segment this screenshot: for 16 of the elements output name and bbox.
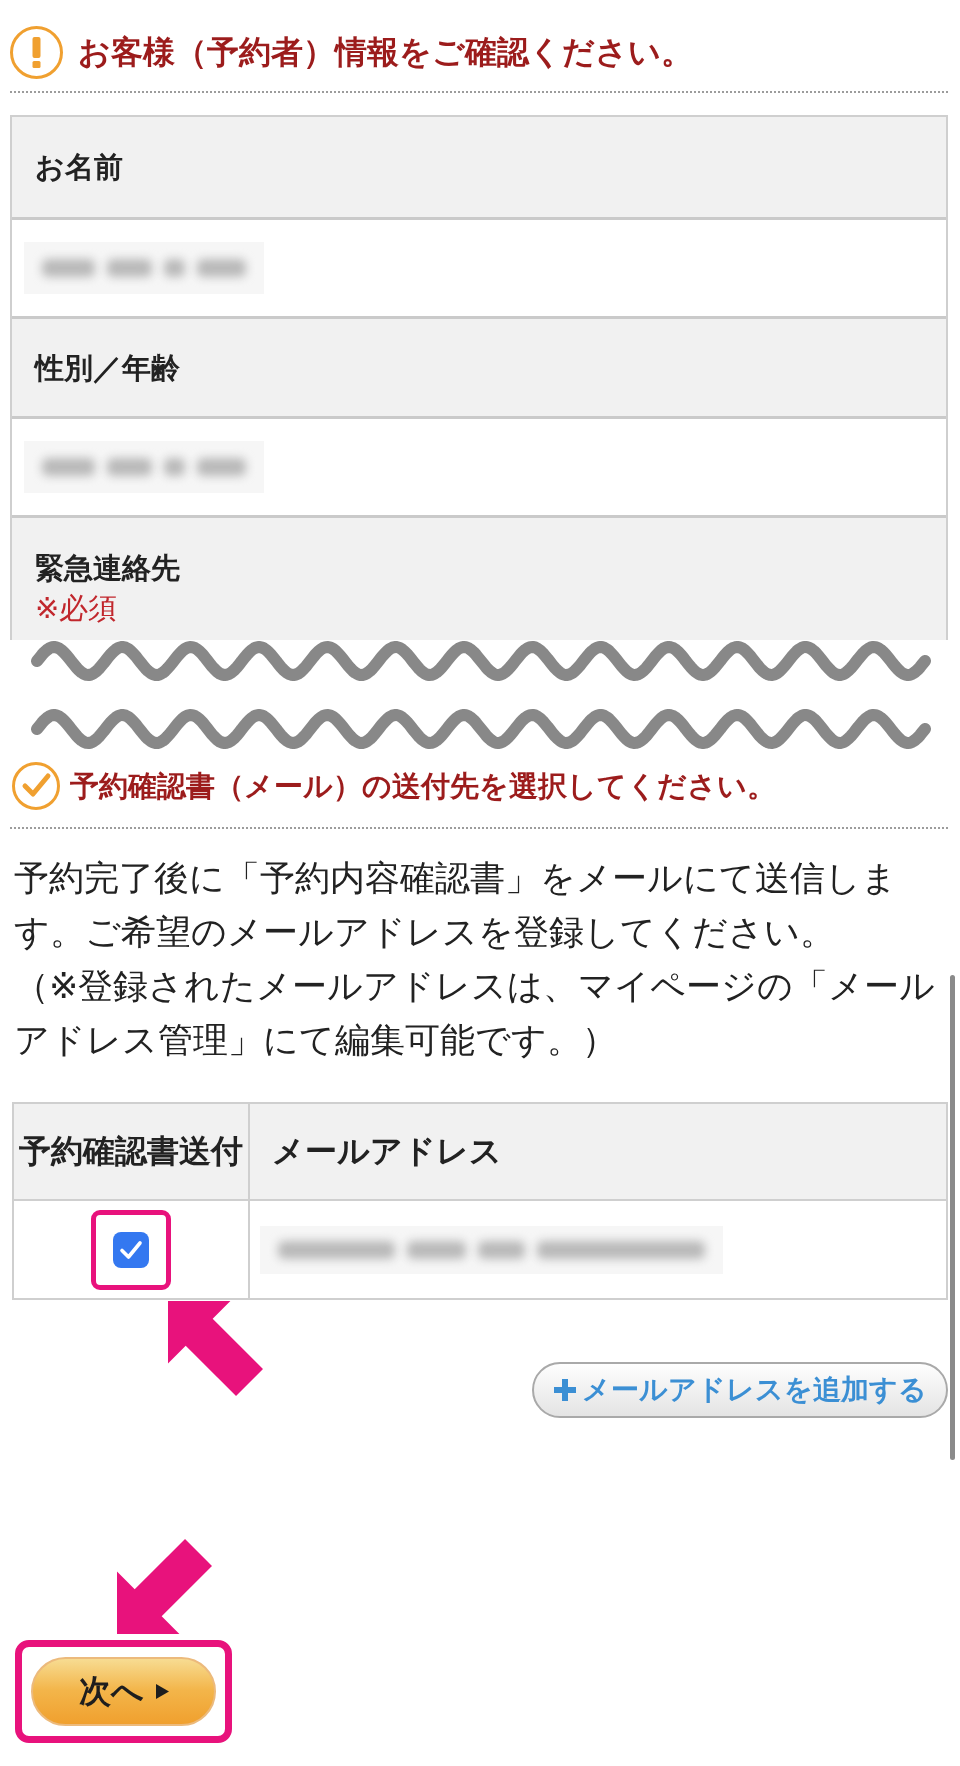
field-label: 緊急連絡先 — [35, 550, 181, 587]
column-header: 予約確認書送付 — [14, 1104, 248, 1201]
section-title: 予約確認書（メール）の送付先を選択してください。 — [70, 768, 776, 805]
section-title: お客様（予約者）情報をご確認ください。 — [78, 32, 693, 73]
required-note: ※必須 — [35, 590, 119, 627]
column-header: メールアドレス — [248, 1104, 946, 1201]
next-button[interactable]: 次へ — [31, 1657, 216, 1726]
check-circle-icon — [12, 762, 60, 810]
body-text: （※登録されたメールアドレスは、マイページの「メールアドレス管理」にて編集可能です。） — [13, 965, 937, 1062]
body-text: 予約完了後に「予約内容確認書」をメールにて送信します。ご希望のメールアドレスを登録してください。 — [13, 857, 898, 954]
alert-icon — [10, 25, 63, 79]
checkbox[interactable] — [113, 1231, 149, 1268]
triangle-right-icon — [155, 1684, 169, 1699]
plus-icon — [553, 1379, 576, 1401]
field-label: 性別／年齢 — [35, 349, 181, 387]
field-label: お名前 — [35, 149, 124, 186]
